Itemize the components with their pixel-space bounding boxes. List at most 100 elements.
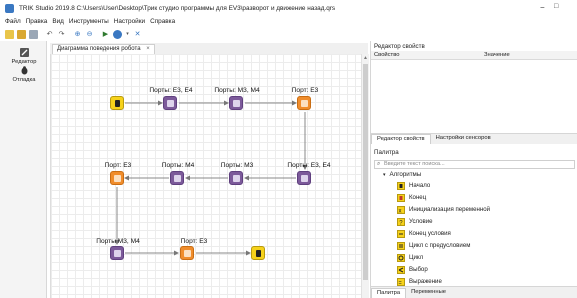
undo-icon[interactable]: ↶ bbox=[45, 30, 54, 39]
expression-icon: = bbox=[396, 277, 405, 286]
redo-icon[interactable]: ↷ bbox=[57, 30, 66, 39]
palette-item[interactable]: Цикл с предусловием bbox=[396, 240, 470, 251]
loop-icon bbox=[396, 253, 405, 262]
mode-panel: Редактор Отладка bbox=[0, 41, 47, 298]
block-end[interactable] bbox=[251, 246, 265, 260]
block-motors-forward[interactable] bbox=[229, 171, 243, 185]
condition-icon: ? bbox=[396, 217, 405, 226]
palette-item[interactable]: x Инициализация переменной bbox=[396, 204, 490, 215]
block-timer[interactable] bbox=[180, 246, 194, 260]
close-icon[interactable]: × bbox=[146, 46, 150, 52]
title-bar: TRIK Studio 2019.8 C:\Users\User\Desktop… bbox=[0, 0, 577, 16]
palette-item-label: Выражение bbox=[409, 278, 442, 285]
build-icon[interactable]: ✕ bbox=[133, 30, 142, 39]
block-label: Порт: E3 bbox=[291, 87, 319, 94]
palette-item[interactable]: Начало bbox=[396, 180, 430, 191]
right-panel: Редактор свойств Свойство Значение Редак… bbox=[370, 41, 577, 298]
motor-icon bbox=[232, 99, 240, 107]
dropdown-icon[interactable]: ▾ bbox=[125, 30, 130, 39]
motor-icon bbox=[166, 99, 174, 107]
mode-editor[interactable]: Редактор bbox=[4, 47, 44, 65]
save-icon[interactable] bbox=[29, 29, 38, 39]
svg-text:=: = bbox=[398, 280, 401, 286]
minimize-button[interactable]: − bbox=[540, 3, 545, 12]
block-motors-forward[interactable] bbox=[229, 96, 243, 110]
col-value[interactable]: Значение bbox=[484, 52, 510, 58]
menu-tools[interactable]: Инструменты bbox=[69, 18, 109, 25]
chevron-down-icon: ▾ bbox=[383, 171, 386, 178]
vertical-scrollbar[interactable]: ▲ bbox=[361, 54, 369, 298]
motor-icon bbox=[232, 174, 240, 182]
block-motors-forward[interactable] bbox=[163, 96, 177, 110]
bug-icon bbox=[18, 65, 30, 76]
robot-settings-icon[interactable] bbox=[113, 29, 122, 39]
palette-item-label: Конец условия bbox=[409, 230, 451, 237]
properties-tabs: Редактор свойств Настройки сенсоров bbox=[371, 133, 577, 144]
menu-view[interactable]: Вид bbox=[52, 18, 64, 25]
palette-search-input[interactable]: ⌕ Введите текст поиска... bbox=[374, 160, 575, 169]
tab-sensor-settings[interactable]: Настройки сенсоров bbox=[431, 134, 496, 144]
palette-item-label: Инициализация переменной bbox=[409, 206, 491, 213]
app-icon bbox=[5, 3, 14, 13]
while-loop-icon bbox=[396, 241, 405, 250]
pencil-icon bbox=[18, 47, 30, 58]
timer-icon bbox=[300, 99, 308, 107]
tab-diagram[interactable]: Диаграмма поведения робота × bbox=[52, 44, 155, 54]
scrollbar-thumb[interactable] bbox=[363, 64, 368, 280]
palette-title: Палитра bbox=[371, 147, 577, 158]
diagram-canvas[interactable]: Порты: E3, E4 Порты: M3, M4 Порт: E3 Пор… bbox=[50, 54, 361, 298]
window-title: TRIK Studio 2019.8 C:\Users\User\Desktop… bbox=[19, 4, 336, 12]
svg-text:x: x bbox=[398, 208, 401, 214]
palette-item[interactable]: ? Условие bbox=[396, 216, 433, 227]
editor-tab-bar: Диаграмма поведения робота × bbox=[50, 43, 368, 54]
scroll-up-icon[interactable]: ▲ bbox=[363, 55, 368, 61]
palette-item-label: Цикл bbox=[409, 254, 424, 261]
start-icon bbox=[396, 181, 405, 190]
variable-init-icon: x bbox=[396, 205, 405, 214]
block-timer[interactable] bbox=[110, 171, 124, 185]
category-label: Алгоритмы bbox=[389, 171, 422, 178]
block-motors-forward[interactable] bbox=[297, 171, 311, 185]
block-motors-forward[interactable] bbox=[170, 171, 184, 185]
timer-icon bbox=[183, 249, 191, 257]
tab-property-editor[interactable]: Редактор свойств bbox=[371, 134, 431, 144]
new-file-icon[interactable] bbox=[5, 29, 14, 39]
mode-debug-label: Отладка bbox=[12, 77, 36, 83]
start-icon bbox=[114, 99, 120, 107]
block-motors-forward[interactable] bbox=[110, 246, 124, 260]
menu-bar: Файл Правка Вид Инструменты Настройки Сп… bbox=[0, 16, 577, 26]
open-folder-icon[interactable] bbox=[17, 29, 26, 39]
col-property[interactable]: Свойство bbox=[374, 52, 399, 58]
palette-item-label: Конец bbox=[409, 194, 427, 201]
menu-help[interactable]: Справка bbox=[150, 18, 175, 25]
run-icon[interactable]: ▶ bbox=[101, 30, 110, 39]
palette-bottom-tabs: Палитра Переменные bbox=[371, 286, 577, 298]
block-timer[interactable] bbox=[297, 96, 311, 110]
tab-palette[interactable]: Палитра bbox=[371, 288, 407, 298]
block-label: Порты: M3, M4 bbox=[214, 87, 260, 94]
block-label: Порты: M3 bbox=[220, 162, 254, 169]
tab-variables[interactable]: Переменные bbox=[406, 288, 451, 298]
palette-item[interactable]: Цикл bbox=[396, 252, 423, 263]
mode-debug[interactable]: Отладка bbox=[4, 65, 44, 83]
zoom-out-icon[interactable]: ⊖ bbox=[85, 30, 94, 39]
block-label: Порт: E3 bbox=[104, 162, 132, 169]
palette-category[interactable]: ▾ Алгоритмы bbox=[383, 171, 421, 178]
properties-header: Свойство Значение bbox=[371, 51, 577, 60]
menu-file[interactable]: Файл bbox=[5, 18, 21, 25]
block-label: Порты: M4 bbox=[161, 162, 195, 169]
palette-item[interactable]: Конец условия bbox=[396, 228, 451, 239]
search-placeholder: Введите текст поиска... bbox=[384, 161, 445, 167]
menu-settings[interactable]: Настройки bbox=[114, 18, 145, 25]
zoom-in-icon[interactable]: ⊕ bbox=[73, 30, 82, 39]
block-start[interactable] bbox=[110, 96, 124, 110]
block-label: Порты: E3, E4 bbox=[149, 87, 193, 94]
motor-icon bbox=[113, 249, 121, 257]
palette-item[interactable]: Конец bbox=[396, 192, 426, 203]
palette-item[interactable]: Выбор bbox=[396, 264, 428, 275]
maximize-button[interactable]: □ bbox=[554, 3, 558, 10]
menu-edit[interactable]: Правка bbox=[26, 18, 48, 25]
motor-icon bbox=[300, 174, 308, 182]
switch-icon bbox=[396, 265, 405, 274]
motor-icon bbox=[173, 174, 181, 182]
